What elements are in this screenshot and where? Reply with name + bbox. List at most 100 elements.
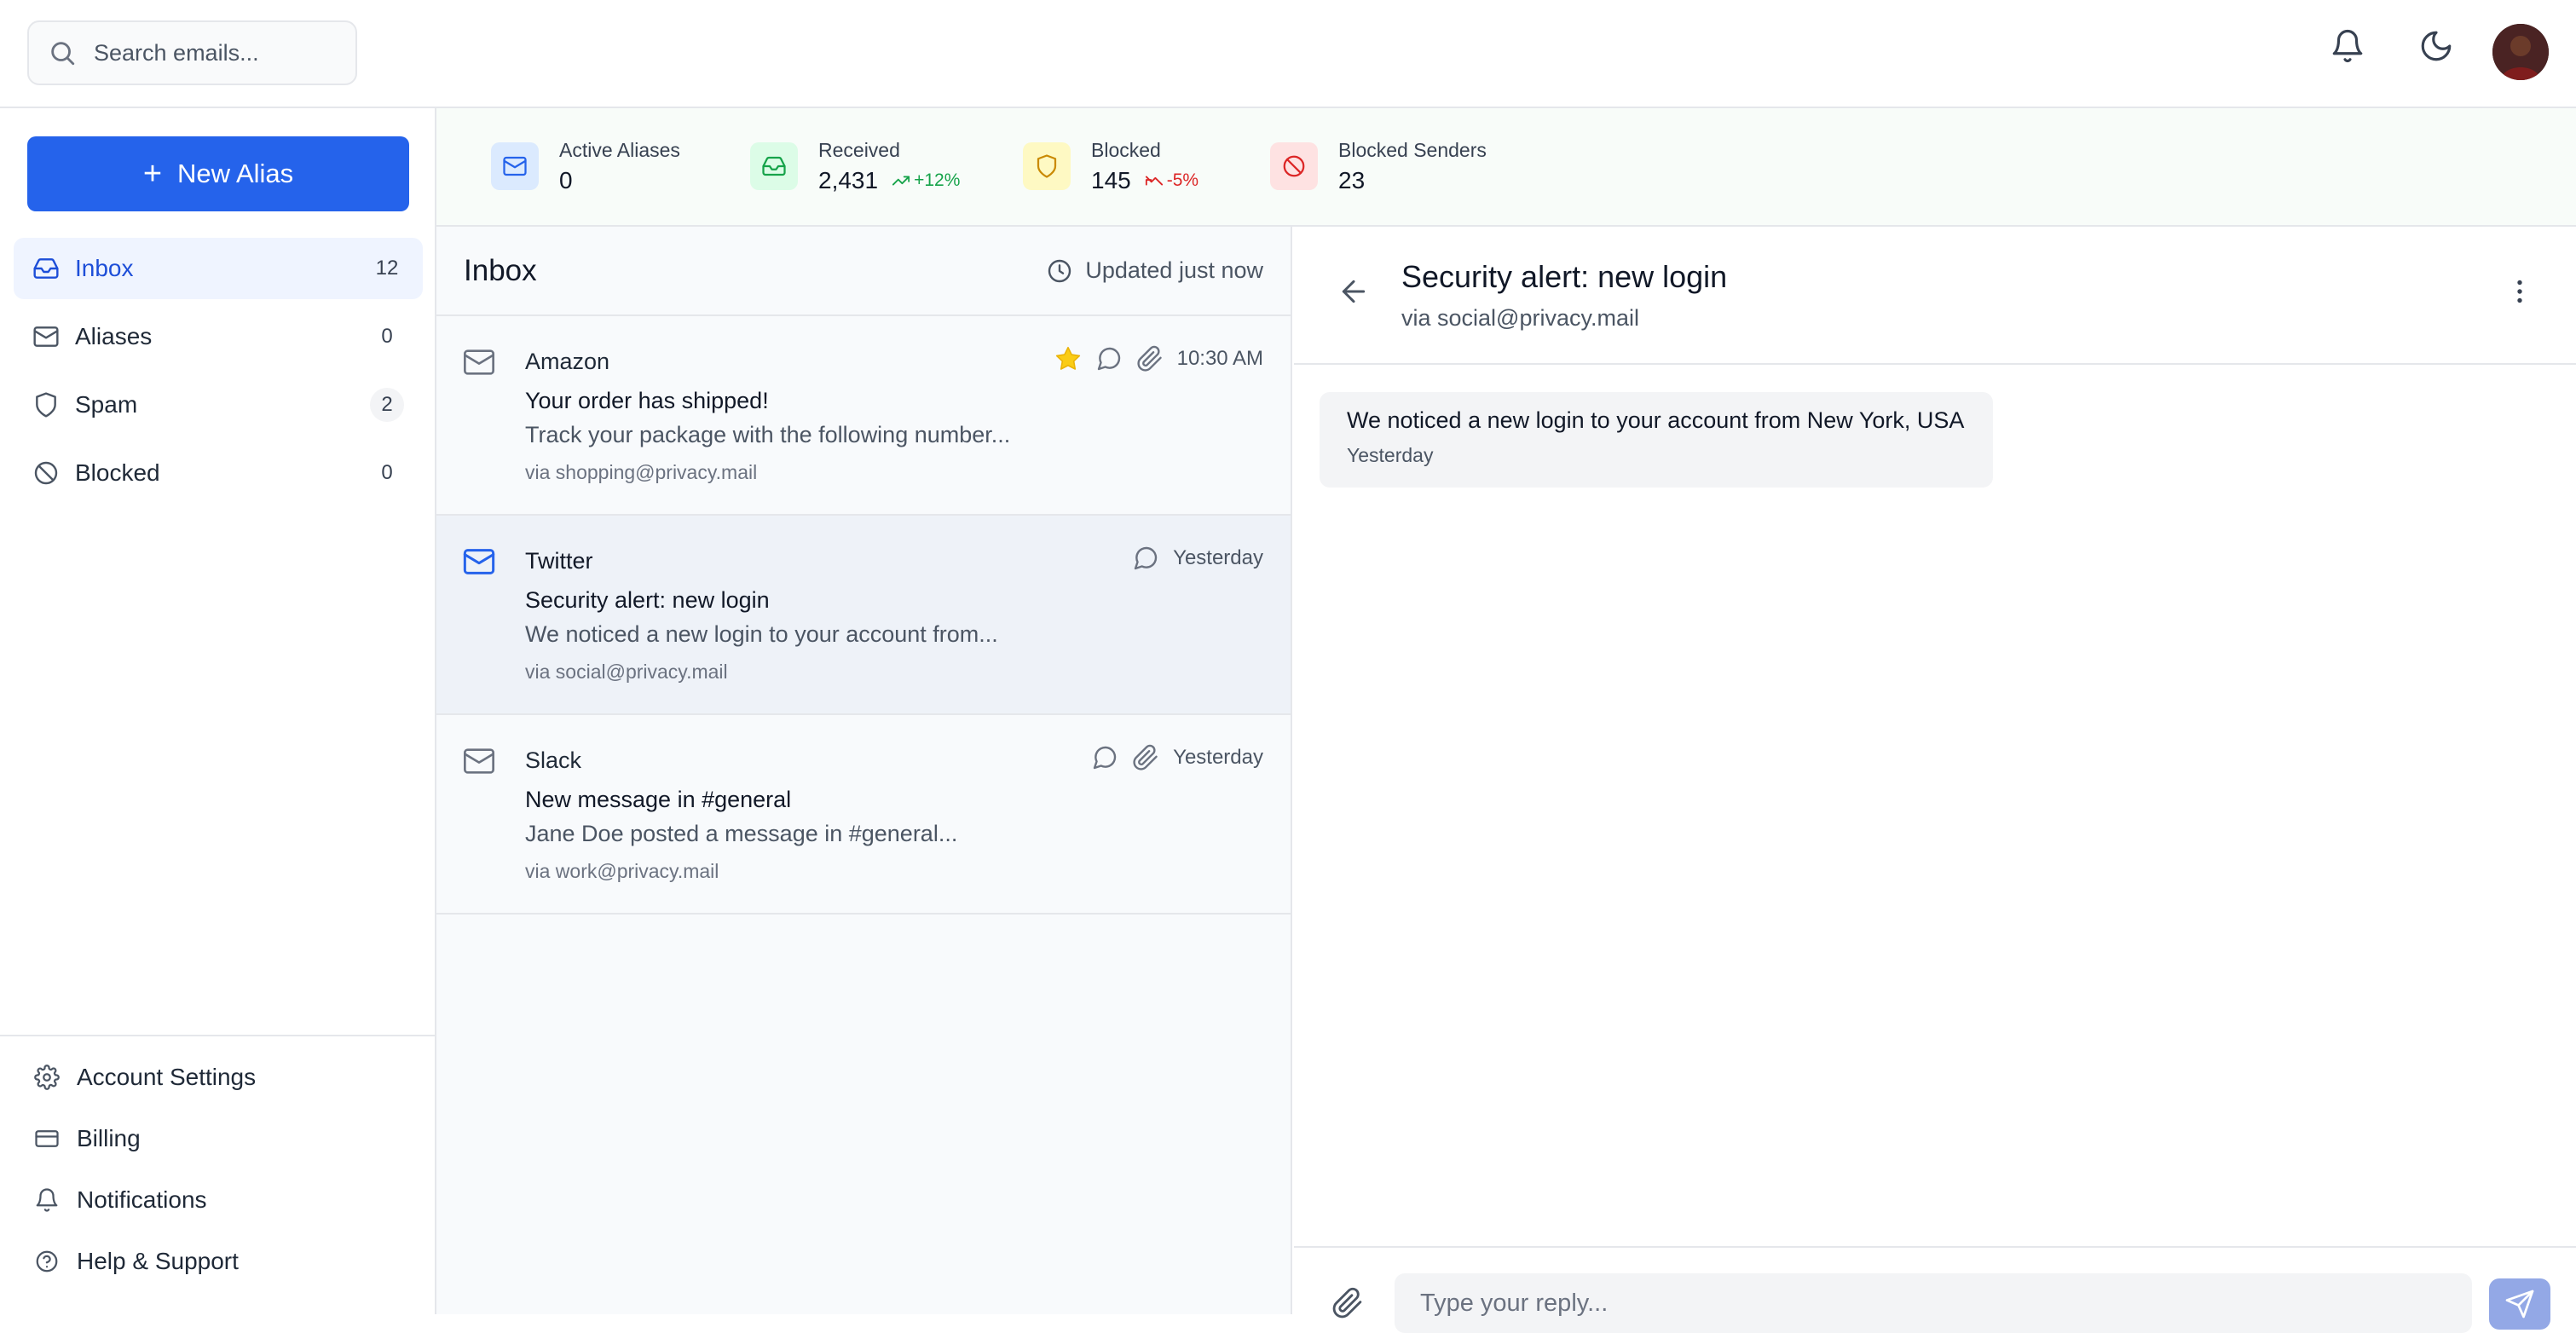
email-via: via shopping@privacy.mail <box>525 461 758 483</box>
email-list-header: Inbox Updated just now <box>436 227 1291 316</box>
email-via: via work@privacy.mail <box>525 860 719 882</box>
stat-delta: +12% <box>892 170 960 191</box>
sidebar-item-inbox[interactable]: Inbox 12 <box>14 238 423 299</box>
new-alias-button[interactable]: + New Alias <box>27 136 409 211</box>
shield-icon <box>1037 154 1057 178</box>
message-time: Yesterday <box>1347 444 1434 466</box>
theme-toggle-button[interactable] <box>2416 26 2457 66</box>
sidebar-item-count: 0 <box>381 461 393 484</box>
email-item-amazon[interactable]: Amazon 10:30 AM Your order has shipped! … <box>436 316 1291 516</box>
sidebar: + New Alias Inbox 12 Aliases 0 Spam 2 Bl… <box>0 108 436 1314</box>
stat-value: 0 <box>559 167 573 193</box>
stat-badge <box>1270 142 1318 190</box>
sidebar-item-spam[interactable]: Spam 2 <box>14 374 423 436</box>
sidebar-item-count: 12 <box>375 257 399 280</box>
inbox-icon <box>33 258 59 279</box>
clock-icon <box>1048 259 1071 282</box>
sidebar-item-account-settings[interactable]: Account Settings <box>0 1047 435 1108</box>
sidebar-item-help-support[interactable]: Help & Support <box>0 1231 435 1292</box>
paperclip-icon[interactable] <box>1331 1287 1364 1319</box>
email-sender: Slack <box>525 747 582 773</box>
paperclip-icon <box>1133 744 1158 770</box>
moon-icon <box>2421 31 2452 61</box>
sidebar-item-label: Account Settings <box>77 1064 257 1090</box>
stat-label: Active Aliases <box>559 139 680 161</box>
email-time: Yesterday <box>1173 546 1263 569</box>
avatar[interactable] <box>2492 24 2549 80</box>
sidebar-item-label: Blocked <box>75 459 160 486</box>
trending-down-icon <box>1145 176 1163 186</box>
message-text: We noticed a new login to your account f… <box>1347 407 1965 433</box>
more-vertical-icon[interactable] <box>2504 276 2535 307</box>
email-list-title: Inbox <box>464 253 537 287</box>
sidebar-item-label: Help & Support <box>77 1248 239 1274</box>
sidebar-nav: Inbox 12 Aliases 0 Spam 2 Blocked 0 <box>14 238 423 511</box>
notifications-button[interactable] <box>2327 26 2368 66</box>
arrow-left-icon[interactable] <box>1337 274 1371 309</box>
mail-icon <box>464 349 494 375</box>
stat-label: Received <box>818 139 900 161</box>
email-meta: Yesterday <box>1118 545 1263 572</box>
email-item-twitter[interactable]: Twitter Yesterday Security alert: new lo… <box>436 516 1291 715</box>
stat-active-aliases: Active Aliases 0 <box>491 139 680 194</box>
sidebar-item-label: Billing <box>77 1125 141 1151</box>
email-detail-title: Security alert: new login <box>1401 259 1728 294</box>
star-icon[interactable] <box>1054 345 1082 372</box>
bell-icon <box>36 1188 58 1212</box>
reply-input[interactable] <box>1395 1273 2472 1333</box>
stat-badge <box>750 142 798 190</box>
updated-status: Updated just now <box>1046 257 1263 285</box>
stat-blocked-senders: Blocked Senders 23 <box>1270 139 1487 194</box>
email-detail-header: Security alert: new login via social@pri… <box>1294 227 2576 365</box>
message-circle-icon <box>1097 347 1120 371</box>
sidebar-item-blocked[interactable]: Blocked 0 <box>14 442 423 504</box>
send-icon <box>2505 1290 2534 1319</box>
mail-icon <box>503 156 527 176</box>
email-item-slack[interactable]: Slack Yesterday New message in #general … <box>436 715 1291 915</box>
send-button[interactable] <box>2489 1278 2550 1330</box>
stat-badge <box>1023 142 1071 190</box>
stat-value: 23 <box>1338 167 1366 193</box>
sidebar-item-label: Aliases <box>75 323 153 349</box>
sidebar-item-notifications[interactable]: Notifications <box>0 1169 435 1231</box>
inbox-icon <box>762 156 786 176</box>
search-box[interactable] <box>27 20 357 85</box>
sidebar-item-label: Inbox <box>75 255 134 281</box>
email-meta: Yesterday <box>1077 744 1263 771</box>
email-subject: Your order has shipped! <box>525 388 769 413</box>
stat-value: 145 <box>1091 167 1131 193</box>
stat-delta-text: -5% <box>1166 170 1199 190</box>
sidebar-item-count: 2 <box>370 388 404 422</box>
sidebar-item-aliases[interactable]: Aliases 0 <box>14 306 423 367</box>
credit-card-icon <box>35 1130 59 1147</box>
message-circle-icon <box>1093 746 1117 770</box>
email-time: Yesterday <box>1173 746 1263 769</box>
stat-delta: -5% <box>1145 170 1198 191</box>
email-preview: Jane Doe posted a message in #general... <box>525 821 958 846</box>
shield-icon <box>36 392 56 418</box>
mail-icon <box>464 748 494 774</box>
email-detail-via: via social@privacy.mail <box>1401 305 1639 331</box>
bell-icon <box>2332 30 2363 63</box>
plus-icon: + <box>142 156 163 192</box>
top-bar <box>0 0 2576 108</box>
mail-icon <box>33 326 59 347</box>
sidebar-item-label: Notifications <box>77 1186 207 1213</box>
email-preview: We noticed a new login to your account f… <box>525 621 998 647</box>
stat-label: Blocked <box>1091 139 1161 161</box>
new-alias-label: New Alias <box>177 159 294 188</box>
ban-icon <box>1283 155 1305 177</box>
sidebar-item-count: 0 <box>381 325 393 348</box>
email-detail: Security alert: new login via social@pri… <box>1294 227 2576 1333</box>
email-sender: Twitter <box>525 548 593 574</box>
stat-delta-text: +12% <box>914 170 961 190</box>
message-bubble: We noticed a new login to your account f… <box>1320 392 1993 488</box>
email-subject: New message in #general <box>525 787 792 812</box>
search-input[interactable] <box>94 39 349 66</box>
email-list: Inbox Updated just now Amazon 10:30 AM Y… <box>436 227 1292 1314</box>
stats-bar: Active Aliases 0 Received 2,431 +12% Blo… <box>436 108 2576 227</box>
sidebar-item-billing[interactable]: Billing <box>0 1108 435 1169</box>
sidebar-footer: Account Settings Billing Notifications H… <box>0 1035 435 1292</box>
stat-received: Received 2,431 +12% <box>750 139 960 194</box>
trending-up-icon <box>892 176 910 186</box>
